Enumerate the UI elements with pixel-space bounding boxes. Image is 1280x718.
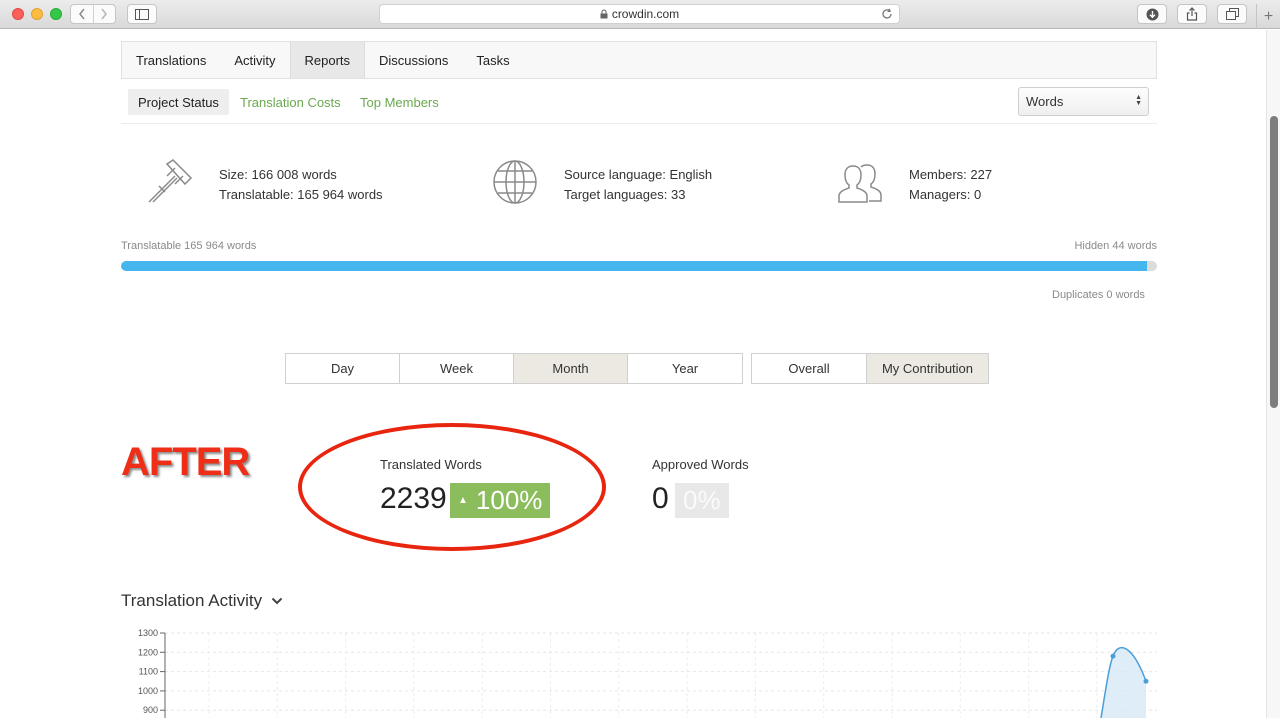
- period-switcher: Day Week Month Year: [285, 353, 743, 384]
- unit-select-value: Words: [1026, 94, 1064, 109]
- subtab-project-status[interactable]: Project Status: [128, 89, 229, 115]
- plus-icon: +: [1263, 7, 1274, 25]
- series-area: [1101, 647, 1146, 718]
- section-title-text: Translation Activity: [121, 591, 263, 610]
- tab-activity[interactable]: Activity: [220, 42, 289, 78]
- approved-change-badge: 0%: [675, 483, 729, 518]
- y-tick-label: 1200: [138, 647, 158, 657]
- report-subtabs: Project Status Translation Costs Top Mem…: [121, 86, 1157, 124]
- managers-text: Managers: 0: [909, 187, 982, 202]
- duplicates-label: Duplicates 0 words: [1052, 289, 1145, 301]
- lock-icon: [600, 9, 608, 19]
- translated-change-badge: ▲ 100%: [450, 483, 551, 518]
- y-tick-label: 1100: [139, 667, 158, 677]
- forward-button[interactable]: [92, 5, 115, 23]
- tab-reports[interactable]: Reports: [289, 42, 366, 78]
- globe-icon: [493, 160, 537, 204]
- download-icon: [1146, 8, 1158, 20]
- series-point[interactable]: [1110, 653, 1116, 659]
- hidden-bar-label: Hidden 44 words: [1074, 240, 1157, 252]
- translatable-progress-fill: [121, 261, 1147, 271]
- target-languages-text: Target languages: 33: [564, 187, 686, 202]
- back-button[interactable]: [71, 5, 93, 23]
- tab-tasks[interactable]: Tasks: [462, 42, 523, 78]
- chevron-right-icon: [101, 8, 108, 20]
- share-button[interactable]: [1177, 4, 1207, 24]
- scrollbar-thumb[interactable]: [1270, 116, 1278, 408]
- chevron-down-icon: [271, 597, 283, 605]
- translated-change-value: 100%: [475, 485, 543, 515]
- translation-activity-heading[interactable]: Translation Activity: [121, 591, 283, 611]
- chevron-left-icon: [79, 8, 85, 20]
- period-year-button[interactable]: Year: [628, 353, 743, 384]
- users-icon: [838, 164, 882, 203]
- size-text: Size: 166 008 words: [219, 167, 337, 182]
- select-arrows-icon: ▲ ▼: [1135, 94, 1142, 107]
- scope-overall-button[interactable]: Overall: [751, 353, 867, 384]
- share-icon: [1186, 7, 1198, 21]
- unit-select[interactable]: Words ▲ ▼: [1018, 87, 1149, 116]
- members-text: Members: 227: [909, 167, 993, 182]
- series-point[interactable]: [1143, 678, 1149, 684]
- page-content: Translations Activity Reports Discussion…: [0, 30, 1266, 718]
- new-tab-button[interactable]: +: [1256, 4, 1280, 29]
- y-tick-label: 1300: [138, 628, 158, 638]
- subtab-top-members[interactable]: Top Members: [350, 89, 449, 115]
- zoom-window-button[interactable]: [50, 8, 62, 20]
- vertical-scrollbar[interactable]: [1266, 30, 1280, 718]
- tabs-icon: [1225, 8, 1239, 20]
- translatable-bar-label: Translatable 165 964 words: [121, 240, 257, 252]
- downloads-button[interactable]: [1137, 4, 1167, 24]
- sidebar-icon: [135, 8, 149, 20]
- subtab-translation-costs[interactable]: Translation Costs: [230, 89, 351, 115]
- approved-change-value: 0%: [683, 485, 721, 515]
- words-progress-bar: [121, 261, 1157, 271]
- tab-translations[interactable]: Translations: [122, 42, 220, 78]
- project-tabs: Translations Activity Reports Discussion…: [121, 41, 1157, 79]
- minimize-window-button[interactable]: [31, 8, 43, 20]
- translatable-text: Translatable: 165 964 words: [219, 187, 383, 202]
- approved-words-value: 0: [652, 482, 669, 515]
- y-tick-label: 900: [143, 705, 158, 715]
- approved-words-label: Approved Words: [652, 457, 749, 472]
- period-day-button[interactable]: Day: [285, 353, 400, 384]
- reload-icon[interactable]: [881, 8, 893, 23]
- close-window-button[interactable]: [12, 8, 24, 20]
- sidebar-toggle-button[interactable]: [127, 4, 157, 24]
- url-text: crowdin.com: [611, 7, 680, 21]
- scope-switcher: Overall My Contribution: [751, 353, 989, 384]
- arrow-up-icon: ▲: [458, 495, 468, 506]
- translated-words-label: Translated Words: [380, 457, 482, 472]
- translation-activity-chart: 1300 1200 1100 1000 900: [138, 628, 1157, 718]
- address-bar[interactable]: crowdin.com: [379, 4, 900, 24]
- translated-words-value: 2239: [380, 482, 447, 515]
- tabs-overview-button[interactable]: [1217, 4, 1247, 24]
- history-nav: [70, 4, 116, 24]
- source-language-text: Source language: English: [564, 167, 713, 182]
- period-week-button[interactable]: Week: [400, 353, 514, 384]
- caliper-icon: [148, 159, 193, 203]
- period-month-button[interactable]: Month: [514, 353, 628, 384]
- y-tick-label: 1000: [138, 686, 158, 696]
- browser-toolbar: crowdin.com +: [0, 0, 1280, 29]
- tab-discussions[interactable]: Discussions: [365, 42, 462, 78]
- scope-my-contribution-button[interactable]: My Contribution: [867, 353, 989, 384]
- after-annotation: AFTER: [121, 440, 250, 484]
